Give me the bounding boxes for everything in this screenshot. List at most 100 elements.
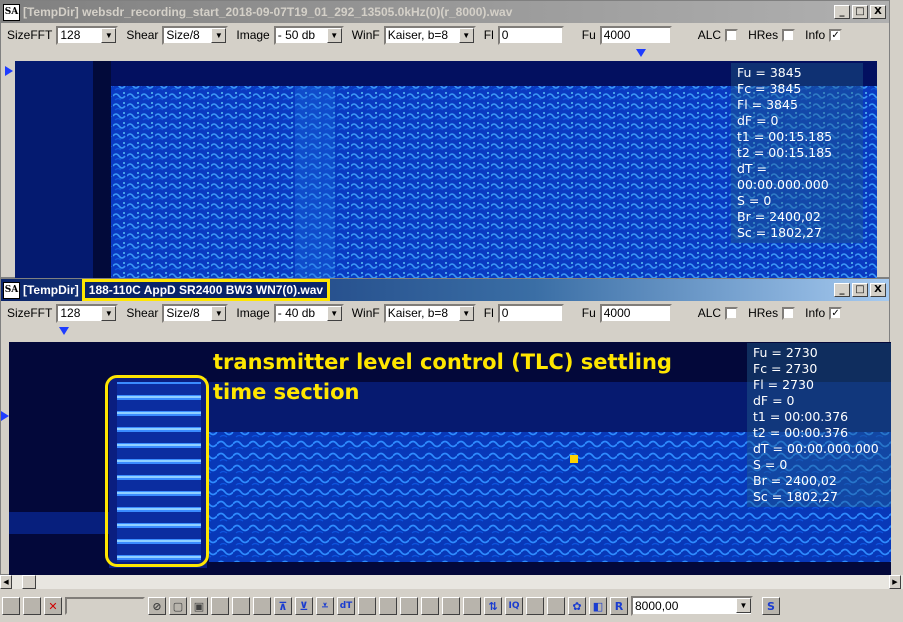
info-checkbox[interactable]: ✓ xyxy=(829,306,843,320)
window-title: [TempDir] websdr_recording_start_2018-09… xyxy=(23,5,513,19)
info-line: dT = 00:00.000.000 xyxy=(737,161,829,192)
frequency-marker-icon[interactable] xyxy=(59,327,69,335)
title-bar[interactable]: SA [TempDir] websdr_recording_start_2018… xyxy=(1,1,889,23)
tool-icon[interactable] xyxy=(400,597,418,615)
info-line: Sc = 1802,27 xyxy=(737,225,822,240)
winf-label: WinF xyxy=(351,28,380,42)
info-panel-top: Fu = 3845 Fc = 3845 Fl = 3845 dF = 0 t1 … xyxy=(731,63,863,243)
winf-select[interactable]: Kaiser, b=8 ▼ xyxy=(383,303,476,323)
hres-checkbox[interactable] xyxy=(782,28,796,42)
tool-icon[interactable] xyxy=(211,597,229,615)
info-label: Info xyxy=(805,306,826,320)
save-file-icon[interactable] xyxy=(23,597,41,615)
tool-icon[interactable] xyxy=(358,597,376,615)
shear-select[interactable]: Size/8 ▼ xyxy=(162,303,229,323)
shear-select[interactable]: Size/8 ▼ xyxy=(162,25,229,45)
time-marker-icon[interactable] xyxy=(1,411,9,421)
chevron-down-icon[interactable]: ▼ xyxy=(101,27,117,43)
info-checkbox[interactable]: ✓ xyxy=(829,28,843,42)
dt-button[interactable]: dT xyxy=(337,597,355,615)
fu-input[interactable]: 4000 xyxy=(599,25,672,45)
info-line: t1 = 00:00.376 xyxy=(753,409,849,424)
fl-label: Fl xyxy=(483,306,494,320)
horizontal-scrollbar[interactable]: ◀ ▶ xyxy=(0,575,903,589)
swap-arrows-icon[interactable]: ⇅ xyxy=(484,597,502,615)
scroll-left-icon[interactable]: ◀ xyxy=(0,575,12,589)
winf-select[interactable]: Kaiser, b=8 ▼ xyxy=(383,25,476,45)
frame-icon[interactable]: ▢ xyxy=(169,597,187,615)
maximize-button[interactable]: □ xyxy=(852,5,868,19)
settings-icon[interactable]: ✿ xyxy=(568,597,586,615)
sizefft-select[interactable]: 128 ▼ xyxy=(56,25,119,45)
image-label: Image xyxy=(236,28,270,42)
chevron-down-icon[interactable]: ▼ xyxy=(326,27,342,43)
shear-label: Shear xyxy=(126,306,159,320)
chevron-down-icon[interactable]: ▼ xyxy=(211,27,227,43)
scroll-thumb[interactable] xyxy=(22,575,36,589)
tool-icon[interactable] xyxy=(421,597,439,615)
open-file-icon[interactable] xyxy=(2,597,20,615)
hres-checkbox[interactable] xyxy=(782,306,796,320)
alc-checkbox[interactable] xyxy=(725,28,739,42)
marker-down-icon[interactable]: ⊻ xyxy=(295,597,313,615)
frequency-marker-icon[interactable] xyxy=(636,49,646,57)
chevron-down-icon[interactable]: ▼ xyxy=(458,305,474,321)
square-icon[interactable]: ▣ xyxy=(190,597,208,615)
tool-icon[interactable] xyxy=(463,597,481,615)
info-line: S = 0 xyxy=(753,457,788,472)
chevron-down-icon[interactable]: ▼ xyxy=(326,305,342,321)
minimize-button[interactable]: _ xyxy=(834,283,850,297)
tool-icon[interactable] xyxy=(232,597,250,615)
chevron-down-icon[interactable]: ▼ xyxy=(736,598,751,613)
fl-input[interactable]: 0 xyxy=(497,25,564,45)
info-line: t2 = 00:00.376 xyxy=(753,425,849,440)
tool-icon[interactable] xyxy=(379,597,397,615)
info-line: t1 = 00:15.185 xyxy=(737,129,833,144)
spectrogram-toolbar: SizeFFT 128 ▼ Shear Size/8 ▼ Image - 50 db… xyxy=(1,23,889,47)
image-db-select[interactable]: - 50 db ▼ xyxy=(273,25,344,45)
info-line: Sc = 1802,27 xyxy=(753,489,838,504)
sizefft-label: SizeFFT xyxy=(7,28,53,42)
delete-icon[interactable]: ✕ xyxy=(44,597,62,615)
speaker-icon[interactable]: ◧ xyxy=(589,597,607,615)
image-db-select[interactable]: - 40 db ▼ xyxy=(273,303,344,323)
tool-icon[interactable] xyxy=(526,597,544,615)
alc-checkbox[interactable] xyxy=(725,306,739,320)
time-marker-icon[interactable] xyxy=(5,66,13,76)
sample-rate-select[interactable]: 8000,00 ▼ xyxy=(631,596,753,616)
close-button[interactable]: X xyxy=(870,283,886,297)
chevron-down-icon[interactable]: ▼ xyxy=(458,27,474,43)
info-line: Fc = 2730 xyxy=(753,361,818,376)
iq-button[interactable]: IQ xyxy=(505,597,523,615)
window-bottom: SA [TempDir] 188-110C AppD SR2400 BW3 WN… xyxy=(0,278,891,576)
sizefft-label: SizeFFT xyxy=(7,306,53,320)
marker-up-icon[interactable]: ⊼ xyxy=(274,597,292,615)
window-title-file: 188-110C AppD SR2400 BW3 WN7(0).wav xyxy=(81,279,331,301)
close-button[interactable]: X xyxy=(870,5,886,19)
marker-both-icon[interactable]: ⩡ xyxy=(316,597,334,615)
alc-label: ALC xyxy=(697,28,722,42)
maximize-button[interactable]: □ xyxy=(852,283,868,297)
s-button[interactable]: S xyxy=(762,597,780,615)
stop-icon[interactable]: ⊘ xyxy=(148,597,166,615)
fl-input[interactable]: 0 xyxy=(497,303,564,323)
r-button[interactable]: R xyxy=(610,597,628,615)
title-bar[interactable]: SA [TempDir] 188-110C AppD SR2400 BW3 WN… xyxy=(1,279,889,301)
info-line: Br = 2400,02 xyxy=(737,209,821,224)
hres-label: HRes xyxy=(748,306,779,320)
tool-icon[interactable] xyxy=(547,597,565,615)
fu-input[interactable]: 4000 xyxy=(599,303,672,323)
tool-icon[interactable] xyxy=(253,597,271,615)
info-line: Fu = 3845 xyxy=(737,65,802,80)
fl-label: Fl xyxy=(483,28,494,42)
tool-icon[interactable] xyxy=(442,597,460,615)
scroll-right-icon[interactable]: ▶ xyxy=(889,575,901,589)
spectrogram-toolbar: SizeFFT 128 ▼ Shear Size/8 ▼ Image - 40 db… xyxy=(1,301,889,325)
sizefft-select[interactable]: 128 ▼ xyxy=(56,303,119,323)
hres-label: HRes xyxy=(748,28,779,42)
app-icon: SA xyxy=(3,3,20,21)
minimize-button[interactable]: _ xyxy=(834,5,850,19)
chevron-down-icon[interactable]: ▼ xyxy=(211,305,227,321)
chevron-down-icon[interactable]: ▼ xyxy=(101,305,117,321)
fu-label: Fu xyxy=(581,28,596,42)
